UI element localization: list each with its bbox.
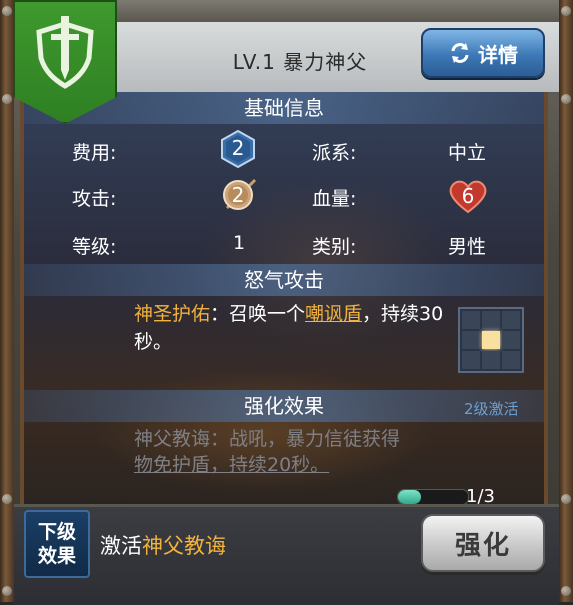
grid-cell <box>502 331 520 349</box>
frame-stud <box>2 586 12 596</box>
next-effect-line2: 效果 <box>37 545 76 567</box>
grid-cell <box>462 331 480 349</box>
skill-desc-part1: ：召唤一个 <box>210 303 306 325</box>
level-label: 等级: <box>72 236 117 258</box>
faction-label: 派系: <box>312 142 357 164</box>
details-button[interactable]: 详情 <box>421 28 545 78</box>
info-panel: 基础信息 费用: 2 派系: 中立 攻击: 2 血量: 6 等级: 1 类别: … <box>24 92 544 504</box>
hp-heart-icon: 6 <box>448 178 488 216</box>
rage-attack-description: 神圣护佑：召唤一个嘲讽盾，持续30秒。 <box>134 300 444 356</box>
enhance-description: 神父教诲：战吼，暴力信徒获得 物免护盾，持续20秒。 <box>134 426 454 478</box>
next-effect-text: 激活神父教诲 <box>100 530 226 560</box>
faction-value: 中立 <box>447 142 486 164</box>
grid-cell-active <box>482 331 500 349</box>
skill-name: 神圣护佑 <box>134 303 211 325</box>
grid-cell <box>462 311 480 329</box>
attack-value: 2 <box>231 183 245 207</box>
cost-label: 费用: <box>72 142 117 164</box>
card-title: LV.1 暴力神父 <box>232 50 368 74</box>
sword-shield-icon <box>36 16 94 89</box>
frame-stud <box>2 6 12 16</box>
frame-stud <box>561 586 571 596</box>
grid-cell <box>502 311 520 329</box>
hp-value: 6 <box>461 184 475 208</box>
next-effect-tag: 下级 效果 <box>24 510 90 578</box>
enhance-progress-bar <box>397 489 469 505</box>
taunt-shield-link[interactable]: 嘲讽盾 <box>305 303 362 325</box>
frame-edge-right <box>559 0 573 602</box>
refresh-icon <box>451 43 469 63</box>
cost-gem-icon: 2 <box>221 129 255 169</box>
grid-cell <box>502 351 520 369</box>
details-label: 详情 <box>478 42 518 67</box>
enhance-progress-fill <box>398 490 422 504</box>
attack-sword-icon: 2 <box>221 176 257 214</box>
activate-prefix: 激活 <box>100 534 142 558</box>
level-value: 1 <box>232 232 246 254</box>
frame-edge-left <box>0 0 14 602</box>
activate-skill-name: 神父教诲 <box>142 534 226 558</box>
category-label: 类别: <box>312 236 357 258</box>
skill-range-grid <box>458 307 524 373</box>
hp-label: 血量: <box>312 188 357 210</box>
rage-attack-heading: 怒气攻击 <box>24 264 544 296</box>
enhance-button[interactable]: 强化 <box>421 514 545 572</box>
next-effect-line1: 下级 <box>37 521 76 543</box>
frame-stud <box>2 494 12 504</box>
frame-stud <box>2 94 12 104</box>
frame-stud <box>561 6 571 16</box>
cost-value: 2 <box>231 136 245 160</box>
grid-cell <box>482 351 500 369</box>
grid-cell <box>482 311 500 329</box>
enhance-desc-line1: 神父教诲：战吼，暴力信徒获得 <box>134 428 401 450</box>
frame-stud <box>561 94 571 104</box>
enhance-desc-line2: 物免护盾，持续20秒。 <box>134 454 330 476</box>
grid-cell <box>462 351 480 369</box>
activate-level-note: 2级激活 <box>464 400 519 418</box>
frame-stud <box>561 494 571 504</box>
attack-label: 攻击: <box>72 188 117 210</box>
category-value: 男性 <box>447 236 486 258</box>
